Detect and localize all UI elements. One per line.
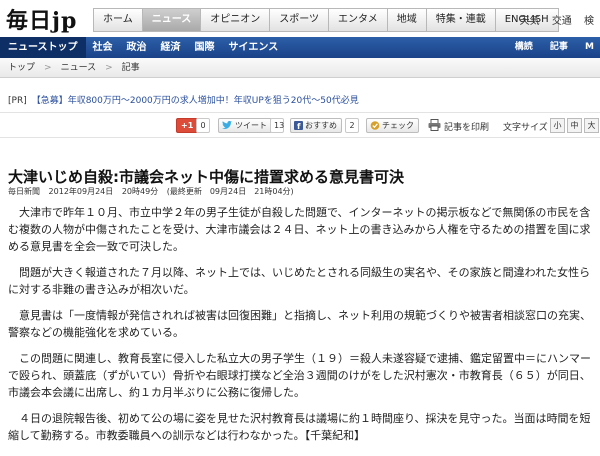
font-size-label: 文字サイズ: [503, 123, 548, 133]
subnav-m[interactable]: M: [585, 42, 594, 52]
subnav-news-top[interactable]: ニューストップ: [0, 37, 86, 58]
article-source: 毎日新聞: [8, 187, 40, 196]
font-size-small[interactable]: 小: [550, 118, 565, 133]
nav-home[interactable]: ホーム: [93, 8, 143, 32]
gplus-button[interactable]: +1: [176, 118, 199, 133]
breadcrumb-news[interactable]: ニュース: [61, 63, 97, 73]
recommend-count: 2: [345, 118, 359, 133]
subnav-economy[interactable]: 経済: [154, 37, 188, 58]
util-traffic[interactable]: 交通: [552, 16, 572, 27]
breadcrumb: トップ > ニュース > 記事: [0, 58, 600, 78]
pr-tag: [PR]: [8, 96, 27, 106]
article-date: 2012年09月24日: [48, 187, 114, 196]
social-bar: +1 0 ツイート 13 f おすすめ 2 チェック 記事を印刷 文字サイズ 小…: [0, 112, 600, 138]
nav-opinion[interactable]: オピニオン: [201, 8, 271, 32]
article-paragraph: 問題が大きく報道された７月以降、ネット上では、いじめたとされる同級生の実名や、そ…: [8, 266, 591, 296]
nav-entertainment[interactable]: エンタメ: [329, 8, 388, 32]
nav-features[interactable]: 特集・連載: [426, 8, 496, 32]
check-label: チェック: [382, 121, 414, 130]
tweet-button[interactable]: ツイート: [218, 118, 272, 133]
subnav-society[interactable]: 社会: [86, 37, 120, 58]
breadcrumb-article: 記事: [121, 63, 140, 73]
article-paragraph: 意見書は「一度情報が発信されれば被害は回復困難」と指摘し、ネット利用の規範づくり…: [8, 309, 591, 339]
svg-text:f: f: [297, 122, 301, 130]
twitter-bird-icon: [222, 121, 232, 130]
printer-icon[interactable]: [428, 119, 441, 131]
subnav-international[interactable]: 国際: [188, 37, 222, 58]
article-paragraph: 大津市で昨年１０月、市立中学２年の男子生徒が自殺した問題で、インターネットの掲示…: [8, 206, 591, 253]
check-icon: [370, 121, 380, 130]
tweet-count: 13: [270, 118, 284, 133]
util-search[interactable]: 検: [584, 16, 594, 27]
gplus-count: 0: [196, 118, 210, 133]
pr-link[interactable]: 【急募】年収800万円～2000万円の求人増加中！年収UPを狙う20代～50代必…: [32, 96, 359, 106]
article-paragraph: この問題に関連し、教育長室に侵入した私立大の男子学生（１９）＝殺人未遂容疑で逮捕…: [8, 352, 591, 399]
recommend-label: おすすめ: [305, 121, 337, 130]
font-size-large[interactable]: 大: [584, 118, 599, 133]
subnav-politics[interactable]: 政治: [120, 37, 154, 58]
tweet-label: ツイート: [235, 121, 267, 130]
sub-nav: ニューストップ 社会 政治 経済 国際 サイエンス 構読 記事 M: [0, 37, 600, 58]
article-meta: 毎日新聞 2012年09月24日 20時49分 (最終更新 09月24日 21時…: [8, 186, 300, 197]
print-article-link[interactable]: 記事を印刷: [444, 120, 489, 133]
article-title: 大津いじめ自殺:市議会ネット中傷に措置求める意見書可決: [8, 168, 405, 186]
article-body: 大津市で昨年１０月、市立中学２年の男子生徒が自殺した問題で、インターネットの掲示…: [8, 204, 592, 453]
subnav-articles[interactable]: 記事: [550, 42, 568, 52]
article-updated: (最終更新 09月24日 21時04分): [166, 187, 294, 196]
article-time: 20時49分: [121, 187, 159, 196]
font-size-medium[interactable]: 中: [567, 118, 582, 133]
article-paragraph: ４日の退院報告後、初めて公の場に姿を見せた沢村教育長は議場に約１時間座り、採決を…: [8, 412, 591, 442]
utility-links: 天気 交通 検: [511, 12, 594, 27]
util-weather[interactable]: 天気: [520, 16, 540, 27]
facebook-recommend-button[interactable]: f おすすめ: [290, 118, 342, 133]
mixi-check-button[interactable]: チェック: [366, 118, 419, 133]
subnav-subscribe[interactable]: 構読: [515, 42, 533, 52]
nav-news[interactable]: ニュース: [142, 8, 202, 32]
subnav-science[interactable]: サイエンス: [222, 37, 286, 58]
global-nav: ホーム ニュース オピニオン スポーツ エンタメ 地域 特集・連載 ENGLIS…: [93, 8, 559, 32]
site-logo[interactable]: 毎日jp: [6, 3, 77, 35]
nav-sports[interactable]: スポーツ: [270, 8, 330, 32]
nav-local[interactable]: 地域: [387, 8, 427, 32]
breadcrumb-separator: >: [105, 63, 113, 73]
pr-ad: [PR] 【急募】年収800万円～2000万円の求人増加中！年収UPを狙う20代～…: [8, 93, 359, 106]
breadcrumb-separator: >: [44, 63, 52, 73]
breadcrumb-top[interactable]: トップ: [8, 63, 35, 73]
facebook-icon: f: [294, 121, 303, 130]
